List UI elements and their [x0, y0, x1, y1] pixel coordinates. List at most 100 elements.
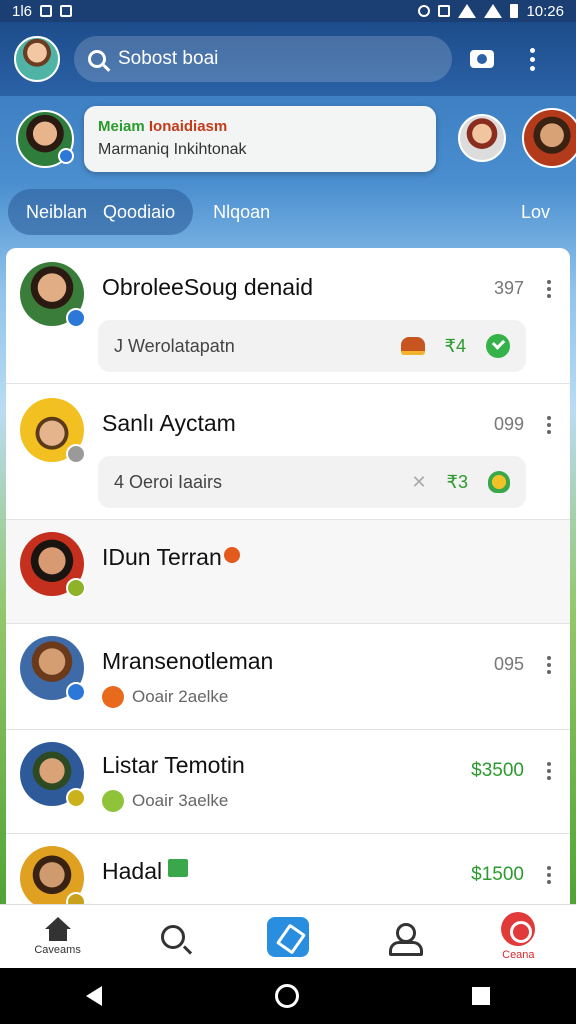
alert-icon — [501, 912, 536, 946]
message-preview-card[interactable]: J Werolatapatn ₹4 — [98, 320, 526, 372]
nav-compose[interactable] — [248, 907, 328, 967]
nav-home-label: Caveams — [34, 944, 81, 956]
contact-name: Sanlı Ayctam — [102, 410, 236, 437]
list-item[interactable]: Sanlı Ayctam 099 4 Oeroi Iaairs ✕ ₹3 — [6, 384, 570, 520]
profile-icon — [389, 922, 424, 956]
row-value: 095 — [493, 654, 524, 674]
wifi-icon — [458, 4, 477, 18]
avatar — [20, 846, 86, 904]
notification-title-green: Meiam — [98, 118, 145, 135]
contact-name: ObroleeSoug denaid — [102, 274, 313, 300]
home-circle-icon[interactable] — [274, 984, 299, 1008]
camera-icon — [470, 50, 494, 68]
search-bar[interactable] — [74, 36, 452, 82]
row-more-button[interactable] — [544, 656, 554, 674]
preview-actions: ₹4 — [400, 334, 510, 358]
contact-name-text: Sanlı Ayctam — [102, 410, 236, 436]
row-amount: $1500 — [471, 864, 524, 885]
status-badge-icon — [66, 892, 86, 904]
row-value: 397 — [493, 278, 524, 298]
notification-icon — [40, 5, 53, 17]
list-item[interactable]: Listar Temotin $3500 Ooair 3aelke — [6, 730, 570, 834]
preview-count: ₹3 — [446, 471, 468, 492]
battery-icon — [510, 4, 519, 18]
contact-name: Hadal — [102, 858, 189, 885]
avatar — [20, 262, 86, 328]
back-icon[interactable] — [86, 986, 103, 1006]
row-status-text: Ooair 3aelke — [132, 791, 229, 810]
nav-profile[interactable] — [363, 907, 443, 967]
status-left: 1Ɩ6 — [12, 3, 73, 20]
more-vert-icon — [529, 47, 535, 71]
search-icon — [88, 50, 106, 68]
list-item[interactable]: ObroleeSoug denaid 397 J Werolatapatn ₹4 — [6, 248, 570, 384]
row-more-button[interactable] — [544, 762, 554, 780]
signal-icon — [484, 4, 503, 18]
row-amount: $3500 — [471, 760, 524, 781]
verified-badge-icon — [66, 682, 86, 702]
row-status-text: Ooair 2aelke — [132, 687, 229, 706]
avatar — [20, 742, 86, 808]
status-badge-icon — [66, 578, 86, 598]
preview-actions: ✕ ₹3 — [411, 471, 510, 493]
search-input[interactable] — [118, 48, 418, 70]
notification-card[interactable]: Meiam Ionaidiasm Marmaniq Inkihtonak — [84, 106, 436, 172]
nav-alerts[interactable]: Ceana — [478, 907, 558, 967]
status-badge-icon — [66, 788, 86, 808]
online-badge-icon — [58, 148, 74, 164]
leaf-icon[interactable] — [488, 471, 510, 493]
row-status: Ooair 3aelke — [102, 790, 228, 812]
status-time-right: 10:26 — [526, 2, 564, 20]
filter-chips: Neiblan Qoodiaio Nlqoan Lov — [0, 186, 576, 238]
profile-avatar[interactable] — [14, 36, 60, 82]
avatar — [20, 636, 86, 702]
bluetooth-icon — [438, 5, 451, 17]
overflow-menu-button[interactable] — [512, 39, 552, 79]
avatar — [20, 398, 86, 464]
contact-name-text: Hadal — [102, 858, 163, 884]
notification-subtitle: Marmaniq Inkihtonak — [98, 141, 247, 158]
row-value: 099 — [493, 414, 524, 434]
row-more-button[interactable] — [544, 416, 554, 434]
chip-2[interactable]: Nlqoan — [213, 202, 270, 223]
status-dot-icon — [102, 686, 124, 708]
list-item[interactable]: Hadal $1500 — [6, 834, 570, 904]
status-bar: 1Ɩ6 10:26 — [0, 0, 576, 22]
notification-title-red: Ionaidiasm — [148, 118, 228, 135]
message-preview-card[interactable]: 4 Oeroi Iaairs ✕ ₹3 — [98, 456, 526, 508]
conversation-list: ObroleeSoug denaid 397 J Werolatapatn ₹4… — [6, 248, 570, 904]
stories-strip: Meiam Ionaidiasm Marmaniq Inkihtonak — [0, 100, 576, 186]
heart-icon — [223, 547, 240, 563]
nav-search[interactable] — [133, 907, 213, 967]
chip-right[interactable]: Lov — [521, 202, 550, 223]
image-icon — [60, 5, 73, 17]
story-avatar[interactable] — [522, 108, 576, 168]
story-avatar[interactable] — [458, 114, 506, 162]
contact-name-text: IDun Terran — [102, 544, 222, 570]
check-circle-icon[interactable] — [486, 334, 510, 358]
chip-active-label-a: Neiblan — [26, 201, 88, 222]
search-icon — [160, 924, 185, 949]
m-badge-icon — [168, 859, 189, 877]
contact-name: Mransenotleman — [102, 648, 274, 674]
close-icon[interactable]: ✕ — [411, 472, 426, 493]
contact-name: Listar Temotin — [102, 752, 245, 778]
bottom-nav: Caveams Ceana — [0, 904, 576, 968]
camera-button[interactable] — [462, 39, 502, 79]
list-item[interactable]: IDun Terran — [6, 520, 570, 624]
chip-active-label-b: Qoodiaio — [103, 201, 176, 222]
row-status: Ooair 2aelke — [102, 686, 228, 708]
nav-home[interactable]: Caveams — [18, 907, 98, 967]
row-more-button[interactable] — [544, 280, 554, 298]
recents-icon[interactable] — [471, 987, 490, 1005]
preview-text: J Werolatapatn — [114, 335, 235, 356]
preview-text: 4 Oeroi Iaairs — [114, 471, 223, 492]
row-more-button[interactable] — [544, 866, 554, 884]
status-right: 10:26 — [418, 3, 564, 20]
list-item[interactable]: Mransenotleman 095 Ooair 2aelke — [6, 624, 570, 730]
chip-active[interactable]: Neiblan Qoodiaio — [8, 189, 194, 235]
app-bar — [0, 22, 576, 96]
story-avatar[interactable] — [16, 110, 74, 168]
home-icon — [44, 917, 71, 941]
alarm-icon — [418, 5, 431, 17]
